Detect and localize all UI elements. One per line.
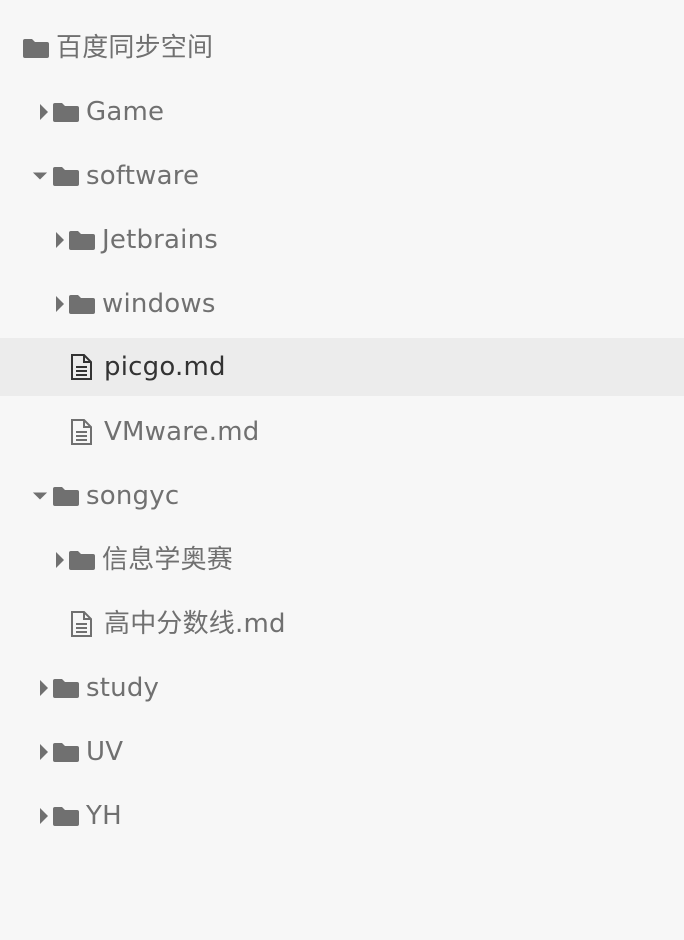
folder-icon <box>52 804 80 828</box>
folder-icon <box>52 100 80 124</box>
chevron-down-icon[interactable] <box>32 486 48 506</box>
tree-item-label: VMware.md <box>104 417 260 447</box>
chevron-right-icon[interactable] <box>36 806 52 826</box>
tree-item-songyc[interactable]: songyc <box>0 467 684 525</box>
chevron-down-icon[interactable] <box>32 166 48 186</box>
chevron-right-icon[interactable] <box>52 294 68 314</box>
tree-item-study[interactable]: study <box>0 659 684 717</box>
tree-item-label: picgo.md <box>104 352 226 382</box>
tree-item-windows[interactable]: windows <box>0 275 684 333</box>
tree-item-olympiad-informatics[interactable]: 信息学奥赛 <box>0 531 684 589</box>
chevron-right-icon[interactable] <box>52 230 68 250</box>
folder-icon <box>52 164 80 188</box>
tree-item-label: windows <box>102 289 216 319</box>
file-text-icon <box>68 354 94 380</box>
tree-item-yh[interactable]: YH <box>0 787 684 845</box>
chevron-right-icon[interactable] <box>36 102 52 122</box>
file-text-icon <box>68 611 94 637</box>
tree-item-label: UV <box>86 737 124 767</box>
tree-item-label: Jetbrains <box>102 225 219 255</box>
folder-icon <box>22 36 50 60</box>
tree-root-baidu-sync[interactable]: 百度同步空间 <box>0 19 684 77</box>
tree-item-label: YH <box>86 801 122 831</box>
tree-item-label: study <box>86 673 160 703</box>
chevron-right-icon[interactable] <box>36 742 52 762</box>
chevron-right-icon[interactable] <box>36 678 52 698</box>
tree-item-label: Game <box>86 97 165 127</box>
tree-item-jetbrains[interactable]: Jetbrains <box>0 211 684 269</box>
tree-item-uv[interactable]: UV <box>0 723 684 781</box>
tree-item-score-lines-md[interactable]: 高中分数线.md <box>0 595 684 653</box>
tree-item-label: software <box>86 161 200 191</box>
tree-item-label: 信息学奥赛 <box>102 545 234 575</box>
tree-item-software[interactable]: software <box>0 147 684 205</box>
tree-item-label: songyc <box>86 481 180 511</box>
folder-icon <box>52 740 80 764</box>
tree-item-vmware-md[interactable]: VMware.md <box>0 403 684 461</box>
folder-icon <box>68 548 96 572</box>
tree-item-label: 高中分数线.md <box>104 609 286 639</box>
folder-icon <box>68 292 96 316</box>
folder-icon <box>52 484 80 508</box>
chevron-right-icon[interactable] <box>52 550 68 570</box>
file-tree: 百度同步空间 Game software Jetbrains windows p… <box>0 0 684 940</box>
tree-item-picgo-md[interactable]: picgo.md <box>0 338 684 396</box>
tree-item-label: 百度同步空间 <box>56 33 214 63</box>
folder-icon <box>68 228 96 252</box>
tree-item-game[interactable]: Game <box>0 83 684 141</box>
file-text-icon <box>68 419 94 445</box>
folder-icon <box>52 676 80 700</box>
